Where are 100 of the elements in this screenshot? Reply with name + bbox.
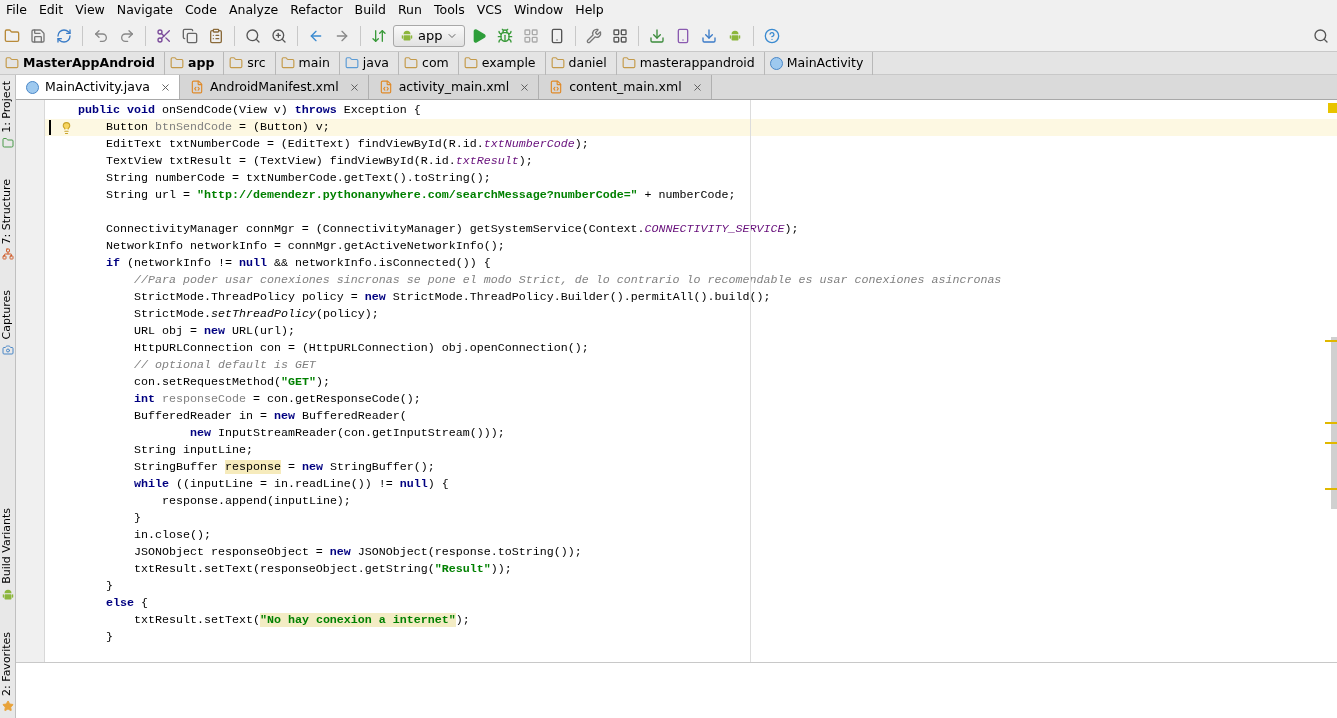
package-icon	[463, 56, 478, 70]
menu-item[interactable]: Refactor	[284, 0, 349, 20]
code-line: in.close();	[134, 527, 211, 544]
camera-icon	[1, 343, 14, 356]
breadcrumb-item[interactable]: example	[458, 51, 546, 75]
bug-icon	[497, 27, 514, 44]
editor-tab[interactable]: content_main.xml	[539, 75, 712, 99]
code-line: TextView txtResult = (TextView) findViewById(R.id.txtResult);	[106, 153, 533, 170]
scrollbar[interactable]	[1331, 337, 1337, 509]
warning-stripe	[1325, 488, 1337, 490]
class-icon	[769, 56, 783, 70]
code-line: JSONObject responseObject = new JSONObject(response.toString());	[134, 544, 582, 561]
code-line: while ((inputLine = in.readLine()) != null) {	[134, 476, 449, 493]
grid-icon	[523, 27, 540, 44]
code-line: String url = "http://demendezr.pythonanywhere.com/searchMessage?numberCode=" + numberCode;	[106, 187, 736, 204]
refresh-icon	[56, 27, 72, 44]
tool-window-tab[interactable]: 2: Favorites	[0, 632, 16, 712]
menu-item[interactable]: Analyze	[222, 0, 285, 20]
tool-window-tab[interactable]: Build Variants	[0, 508, 16, 603]
copy-icon	[182, 27, 198, 44]
menu-item[interactable]: Build	[348, 0, 392, 20]
breadcrumb-item[interactable]: masterappandroid	[616, 51, 765, 75]
breadcrumb-item[interactable]: app	[165, 51, 225, 75]
folder-icon	[1, 136, 14, 149]
lightbulb-icon[interactable]	[60, 120, 73, 135]
menu-item[interactable]: VCS	[470, 0, 508, 20]
package-icon	[550, 56, 565, 70]
close-icon[interactable]	[691, 81, 703, 93]
text-caret	[49, 120, 51, 135]
breadcrumb-item[interactable]: daniel	[545, 51, 617, 75]
folder-icon	[280, 56, 295, 70]
code-line: }	[106, 629, 113, 646]
wrench-icon	[586, 27, 603, 44]
tool-window-tab[interactable]: Captures	[0, 290, 16, 356]
menu-item[interactable]: File	[0, 0, 33, 20]
menu-item[interactable]: Run	[392, 0, 428, 20]
undo-icon	[93, 27, 109, 44]
tool-window-tab[interactable]: 1: Project	[0, 81, 16, 149]
close-icon[interactable]	[348, 81, 360, 93]
breadcrumb-item[interactable]: com	[399, 51, 459, 75]
android-icon	[400, 28, 414, 43]
breadcrumb-item[interactable]: java	[339, 51, 400, 75]
code-line: URL obj = new URL(url);	[134, 323, 295, 340]
warning-stripe	[1325, 340, 1337, 342]
code-line: int responseCode = con.getResponseCode();	[134, 391, 421, 408]
folder-icon	[5, 56, 19, 70]
close-icon[interactable]	[159, 81, 171, 93]
xml-file-icon	[189, 80, 204, 94]
download-icon	[701, 27, 718, 44]
menu-item[interactable]: Window	[508, 0, 570, 20]
package-icon	[621, 56, 636, 70]
code-line: StrictMode.ThreadPolicy policy = new StrictMode.ThreadPolicy.Builder().permitAll().build();	[134, 289, 771, 306]
breadcrumb-item[interactable]: main	[275, 51, 340, 75]
breadcrumb-item[interactable]: MainActivity	[764, 51, 874, 75]
clipboard-icon	[208, 27, 224, 44]
code-line: String inputLine;	[134, 442, 253, 459]
scissors-icon	[156, 27, 172, 44]
breadcrumb-item[interactable]: MasterAppAndroid	[0, 51, 165, 75]
menu-item[interactable]: Navigate	[110, 0, 179, 20]
menu-item[interactable]: Code	[178, 0, 223, 20]
download-icon	[649, 27, 666, 44]
warning-stripe	[1325, 442, 1337, 444]
breadcrumb-item[interactable]: src	[224, 51, 276, 75]
code-line: public void onSendCode(View v) throws Exception {	[78, 102, 421, 119]
run-config-dropdown[interactable]: app	[393, 24, 466, 47]
structure-icon	[1, 248, 14, 261]
code-line: StrictMode.setThreadPolicy(policy);	[134, 306, 379, 323]
editor-tab[interactable]: activity_main.xml	[368, 75, 540, 99]
code-line: String numberCode = txtNumberCode.getText().toString();	[106, 170, 491, 187]
close-icon[interactable]	[519, 81, 531, 93]
code-line: con.setRequestMethod("GET");	[134, 374, 330, 391]
code-line: }	[134, 510, 141, 527]
star-icon	[1, 700, 14, 712]
code-line: StringBuffer response = new StringBuffer();	[134, 459, 435, 476]
editor-tab[interactable]: MainActivity.java	[16, 75, 180, 99]
menu-item[interactable]: Help	[569, 0, 610, 20]
redo-icon	[119, 27, 135, 44]
code-line: txtResult.setText("No hay conexion a internet");	[134, 612, 470, 629]
code-line: else {	[106, 595, 148, 612]
code-line: ConnectivityManager connMgr = (ConnectivityManager) getSystemService(Context.CONNECTIVITY_SERVICE);	[106, 221, 799, 238]
android-icon	[728, 28, 743, 43]
folder-icon	[344, 56, 359, 70]
editor-tab[interactable]: AndroidManifest.xml	[179, 75, 369, 99]
tool-window-tab[interactable]: 7: Structure	[0, 178, 16, 261]
warning-stripe	[1325, 422, 1337, 424]
package-icon	[404, 56, 419, 70]
grid-icon	[612, 27, 629, 44]
code-line: BufferedReader in = new BufferedReader(	[134, 408, 407, 425]
folder-icon	[229, 56, 244, 70]
folder-icon	[170, 56, 184, 70]
code-line: HttpURLConnection con = (HttpURLConnection) obj.openConnection();	[134, 340, 589, 357]
code-line: txtResult.setText(responseObject.getString("Result"));	[134, 561, 512, 578]
menu-item[interactable]: Edit	[32, 0, 70, 20]
menu-item[interactable]: Tools	[427, 0, 471, 20]
code-line: new InputStreamReader(con.getInputStream()));	[190, 425, 505, 442]
xml-file-icon	[549, 80, 564, 94]
menu-item[interactable]: View	[69, 0, 111, 20]
code-line: EditText txtNumberCode = (EditText) findViewById(R.id.txtNumberCode);	[106, 136, 589, 153]
help-icon	[764, 27, 781, 44]
save-icon	[30, 27, 46, 44]
